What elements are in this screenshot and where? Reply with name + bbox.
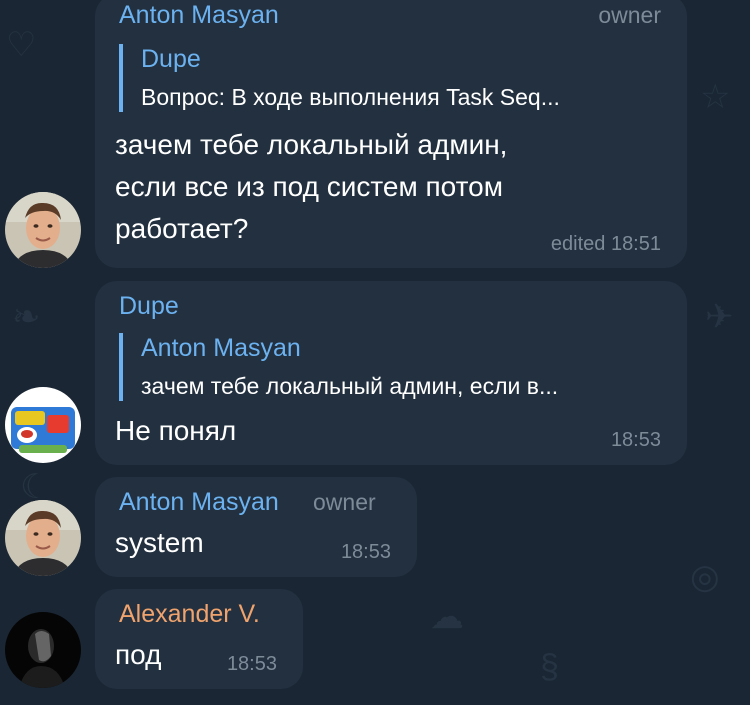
message-bubble[interactable]: Alexander V. под 18:53 bbox=[95, 589, 303, 689]
message-text: system bbox=[115, 527, 204, 558]
sender-name[interactable]: Dupe bbox=[119, 291, 179, 321]
message-text: под bbox=[115, 639, 162, 670]
message-bubble[interactable]: Dupe Anton Masyan зачем тебе локальный а… bbox=[95, 281, 687, 465]
reply-author: Dupe bbox=[141, 45, 201, 73]
swirl-doodle-icon: § bbox=[540, 648, 559, 686]
reply-author: Anton Masyan bbox=[141, 334, 301, 362]
cloud-doodle-icon: ☁ bbox=[430, 598, 464, 636]
moon-doodle-icon: ☾ bbox=[20, 468, 51, 506]
role-badge: owner bbox=[598, 2, 661, 28]
reply-preview[interactable]: Anton Masyan зачем тебе локальный админ,… bbox=[119, 333, 663, 401]
message-text: зачем тебе локальный админ, если все из … bbox=[115, 129, 508, 244]
message-bubble[interactable]: Anton Masyan owner Dupe Вопрос: В ходе в… bbox=[95, 0, 687, 268]
leaf-doodle-icon: ❧ bbox=[12, 298, 41, 336]
pringles-avatar[interactable] bbox=[5, 387, 81, 463]
reply-text: Вопрос: В ходе выполнения Task Seq... bbox=[141, 84, 560, 110]
message-time: edited 18:51 bbox=[550, 233, 661, 255]
sender-name[interactable]: Alexander V. bbox=[119, 599, 260, 629]
heart-doodle-icon: ♡ bbox=[6, 26, 37, 64]
role-badge: owner bbox=[313, 489, 376, 515]
man-photo-avatar[interactable] bbox=[5, 500, 81, 576]
reply-text: зачем тебе локальный админ, если в... bbox=[141, 373, 559, 399]
sender-name[interactable]: Anton Masyan bbox=[119, 487, 279, 517]
message-text: Не понял bbox=[115, 415, 237, 446]
message-time: 18:53 bbox=[226, 653, 277, 675]
message-time: 18:53 bbox=[340, 541, 391, 563]
message-time: 18:53 bbox=[610, 429, 661, 451]
sender-name[interactable]: Anton Masyan bbox=[119, 0, 279, 30]
star-doodle-icon: ☆ bbox=[700, 78, 731, 116]
ball-doodle-icon: ◎ bbox=[690, 558, 720, 596]
dark-portrait-avatar[interactable] bbox=[5, 612, 81, 688]
message-bubble[interactable]: Anton Masyan owner system 18:53 bbox=[95, 477, 417, 577]
man-photo-avatar[interactable] bbox=[5, 192, 81, 268]
plane-doodle-icon: ✈ bbox=[705, 298, 734, 336]
reply-preview[interactable]: Dupe Вопрос: В ходе выполнения Task Seq.… bbox=[119, 44, 663, 112]
